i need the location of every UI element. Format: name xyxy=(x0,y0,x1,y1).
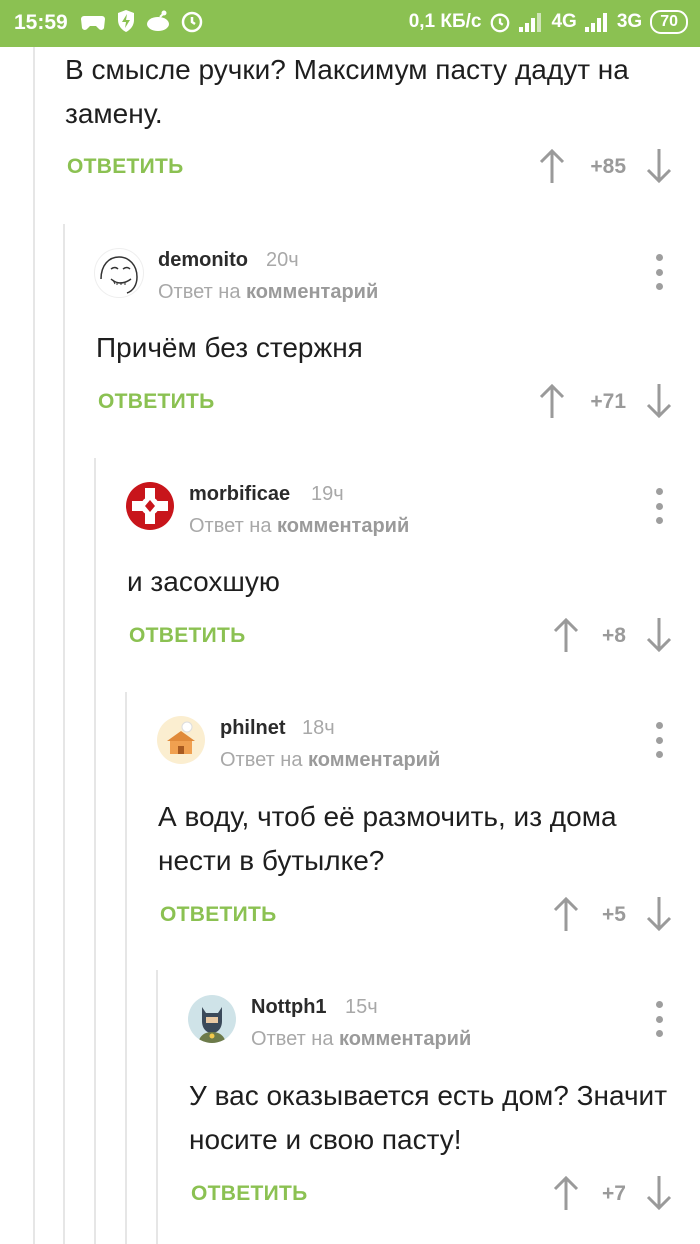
alarm-icon xyxy=(181,11,203,33)
network-type-4g: 4G xyxy=(551,11,577,32)
reply-to-link[interactable]: Ответ на комментарий xyxy=(158,281,378,304)
comment-time: 15ч xyxy=(345,996,378,1018)
downvote-arrow-icon[interactable] xyxy=(644,896,674,932)
comment-time: 18ч xyxy=(302,717,335,739)
reply-button[interactable]: ОТВЕТИТЬ xyxy=(98,390,215,414)
comment-text: и засохшую xyxy=(127,566,280,597)
more-options-icon[interactable] xyxy=(654,1001,664,1037)
reply-to-link[interactable]: Ответ на комментарий xyxy=(251,1028,471,1051)
battery-indicator: 70 xyxy=(650,10,688,34)
thread-line xyxy=(156,970,158,1244)
meme-face-avatar[interactable] xyxy=(94,248,144,298)
reply-button[interactable]: ОТВЕТИТЬ xyxy=(67,155,184,179)
thread-line xyxy=(125,692,127,1244)
red-cross-emblem-avatar[interactable] xyxy=(126,482,174,530)
shield-bolt-icon xyxy=(118,10,134,32)
reply-to-link[interactable]: Ответ на комментарий xyxy=(189,515,409,538)
comment-author[interactable]: Nottph1 xyxy=(251,996,327,1019)
thread-line xyxy=(63,224,65,1244)
more-options-icon[interactable] xyxy=(654,722,664,758)
comment-time: 19ч xyxy=(311,483,344,505)
comment-text: Причём без стержня xyxy=(96,332,363,363)
signal-icon xyxy=(584,13,607,32)
comment-score: +7 xyxy=(602,1182,626,1205)
house-avatar[interactable] xyxy=(157,716,205,764)
reply-button[interactable]: ОТВЕТИТЬ xyxy=(191,1182,308,1206)
comment-author[interactable]: morbificae xyxy=(189,483,290,506)
status-bar: 15:59 0,1 КБ/с 4G 3G 70 xyxy=(0,0,700,47)
thread-line xyxy=(94,458,96,1244)
more-options-icon[interactable] xyxy=(654,254,664,290)
reply-button[interactable]: ОТВЕТИТЬ xyxy=(129,624,246,648)
comment-score: +5 xyxy=(602,903,626,926)
downvote-arrow-icon[interactable] xyxy=(644,1175,674,1211)
alarm-icon xyxy=(491,13,510,33)
comment-author[interactable]: philnet xyxy=(220,717,286,740)
downvote-arrow-icon[interactable] xyxy=(644,383,674,419)
more-options-icon[interactable] xyxy=(654,488,664,524)
batman-avatar[interactable] xyxy=(188,995,236,1043)
comment-score: +8 xyxy=(602,624,626,647)
downvote-arrow-icon[interactable] xyxy=(644,617,674,653)
network-type-3g: 3G xyxy=(616,11,643,32)
robot-icon xyxy=(147,10,169,31)
comment-author[interactable]: demonito xyxy=(158,249,248,272)
signal-icon xyxy=(519,13,542,32)
network-speed: 0,1 КБ/с xyxy=(408,11,482,32)
thread-line xyxy=(33,47,35,1244)
comment-score: +85 xyxy=(590,155,626,178)
comment-text: В смысле ручки? Максимум пасту дадут на … xyxy=(65,54,629,129)
reply-to-link[interactable]: Ответ на комментарий xyxy=(220,749,440,772)
status-time: 15:59 xyxy=(14,11,68,34)
upvote-arrow-icon[interactable] xyxy=(537,383,567,419)
comment-text: А воду, чтоб её размочить, из дома нести… xyxy=(158,801,617,876)
reply-button[interactable]: ОТВЕТИТЬ xyxy=(160,903,277,927)
comment-time: 20ч xyxy=(266,249,299,271)
upvote-arrow-icon[interactable] xyxy=(537,148,567,184)
gamepad-icon xyxy=(81,16,105,30)
comment-text: У вас оказывается есть дом? Значит носит… xyxy=(189,1080,668,1155)
comment-score: +71 xyxy=(590,390,626,413)
downvote-arrow-icon[interactable] xyxy=(644,148,674,184)
